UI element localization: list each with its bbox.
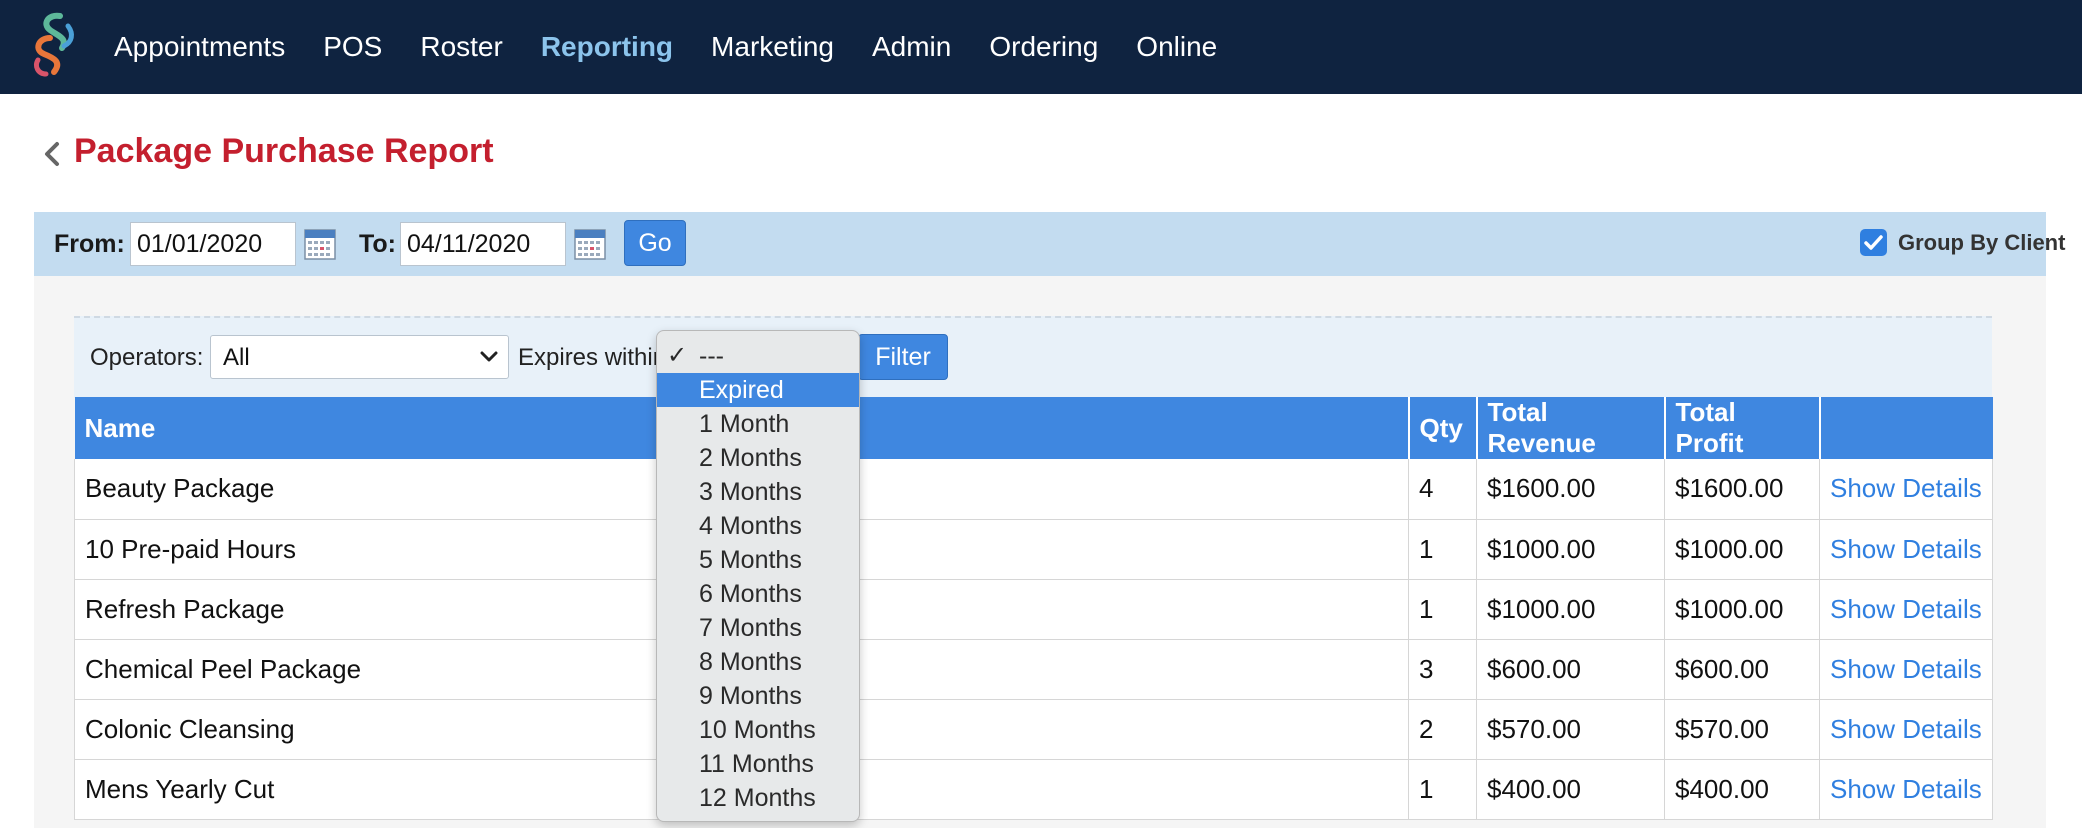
table-row: Mens Yearly Cut 1 $400.00 $400.00 Show D…: [74, 759, 1993, 820]
nav-item-roster[interactable]: Roster: [420, 31, 502, 63]
dropdown-option[interactable]: 10 Months: [657, 713, 859, 747]
revenue-cell: $400.00: [1476, 759, 1665, 820]
table-header-row: Name Qty Total Revenue Total Profit: [74, 397, 1993, 459]
group-by-client-checkbox[interactable]: [1860, 229, 1887, 256]
show-details-link[interactable]: Show Details: [1830, 714, 1982, 744]
revenue-cell: $600.00: [1476, 639, 1665, 700]
profit-cell: $1000.00: [1664, 519, 1820, 580]
app-logo-icon[interactable]: [28, 12, 80, 78]
operators-label: Operators:: [90, 344, 204, 371]
qty-cell: 1: [1408, 759, 1477, 820]
from-label: From:: [54, 230, 125, 258]
show-details-link[interactable]: Show Details: [1830, 594, 1982, 624]
column-header-total-revenue[interactable]: Total Revenue: [1476, 397, 1666, 459]
table-row: 10 Pre-paid Hours 1 $1000.00 $1000.00 Sh…: [74, 519, 1993, 580]
nav-item-marketing[interactable]: Marketing: [711, 31, 834, 63]
dropdown-option[interactable]: 5 Months: [657, 543, 859, 577]
dropdown-option[interactable]: 7 Months: [657, 611, 859, 645]
profit-cell: $1600.00: [1664, 459, 1820, 520]
profit-cell: $400.00: [1664, 759, 1820, 820]
dropdown-option[interactable]: ✓ ---: [657, 339, 859, 373]
profit-cell: $1000.00: [1664, 579, 1820, 640]
dropdown-option[interactable]: 3 Months: [657, 475, 859, 509]
dropdown-option[interactable]: 4 Months: [657, 509, 859, 543]
dropdown-option[interactable]: 1 Month: [657, 407, 859, 441]
checkmark-icon: ✓: [667, 342, 688, 369]
to-date-input[interactable]: [400, 222, 566, 266]
dropdown-option[interactable]: 6 Months: [657, 577, 859, 611]
column-header-actions: [1819, 397, 1993, 459]
from-date-input[interactable]: [130, 222, 296, 266]
to-label: To:: [359, 230, 397, 258]
dropdown-option[interactable]: 8 Months: [657, 645, 859, 679]
table-row: Beauty Package 4 $1600.00 $1600.00 Show …: [74, 459, 1993, 520]
dropdown-option[interactable]: 2 Months: [657, 441, 859, 475]
qty-cell: 3: [1408, 639, 1477, 700]
profit-cell: $600.00: [1664, 639, 1820, 700]
revenue-cell: $1000.00: [1476, 579, 1665, 640]
expires-within-dropdown: ✓ --- Expired 1 Month 2 Months 3 Months 4…: [656, 330, 860, 822]
dropdown-option[interactable]: Expired: [657, 373, 859, 407]
nav-item-admin[interactable]: Admin: [872, 31, 951, 63]
chevron-left-icon[interactable]: [40, 140, 64, 168]
nav-item-appointments[interactable]: Appointments: [114, 31, 285, 63]
nav-menu: Appointments POS Roster Reporting Market…: [114, 0, 1255, 94]
dropdown-option[interactable]: 12 Months: [657, 781, 859, 815]
table-row: Refresh Package 1 $1000.00 $1000.00 Show…: [74, 579, 1993, 640]
group-by-client-label: Group By Client: [1898, 230, 2066, 255]
package-report-table: Name Qty Total Revenue Total Profit Beau…: [74, 397, 1993, 820]
column-header-total-profit[interactable]: Total Profit: [1664, 397, 1821, 459]
qty-cell: 4: [1408, 459, 1477, 520]
profit-cell: $570.00: [1664, 699, 1820, 760]
show-details-link[interactable]: Show Details: [1830, 473, 1982, 503]
nav-item-reporting[interactable]: Reporting: [541, 31, 673, 63]
dropdown-option[interactable]: 9 Months: [657, 679, 859, 713]
column-header-qty[interactable]: Qty: [1408, 397, 1478, 459]
calendar-icon[interactable]: [574, 226, 606, 260]
date-filter-bar: From: To: Go Group By Client: [34, 212, 2065, 276]
expires-within-label: Expires within: [518, 344, 658, 371]
show-details-link[interactable]: Show Details: [1830, 534, 1982, 564]
operators-select[interactable]: All: [210, 335, 509, 379]
table-row: Chemical Peel Package 3 $600.00 $600.00 …: [74, 639, 1993, 700]
qty-cell: 1: [1408, 519, 1477, 580]
nav-item-pos[interactable]: POS: [323, 31, 382, 63]
nav-item-online[interactable]: Online: [1136, 31, 1217, 63]
filter-button[interactable]: Filter: [858, 334, 948, 380]
qty-cell: 1: [1408, 579, 1477, 640]
top-navigation-bar: Appointments POS Roster Reporting Market…: [0, 0, 2082, 94]
page-title: Package Purchase Report: [74, 132, 494, 170]
calendar-icon[interactable]: [304, 226, 336, 260]
revenue-cell: $1600.00: [1476, 459, 1665, 520]
nav-item-ordering[interactable]: Ordering: [989, 31, 1098, 63]
dropdown-option[interactable]: 11 Months: [657, 747, 859, 781]
operators-select-value: All: [223, 344, 250, 371]
show-details-link[interactable]: Show Details: [1830, 774, 1982, 804]
revenue-cell: $1000.00: [1476, 519, 1665, 580]
go-button[interactable]: Go: [624, 220, 686, 266]
table-row: Colonic Cleansing 2 $570.00 $570.00 Show…: [74, 699, 1993, 760]
chevron-down-icon: [480, 351, 498, 362]
revenue-cell: $570.00: [1476, 699, 1665, 760]
qty-cell: 2: [1408, 699, 1477, 760]
show-details-link[interactable]: Show Details: [1830, 654, 1982, 684]
